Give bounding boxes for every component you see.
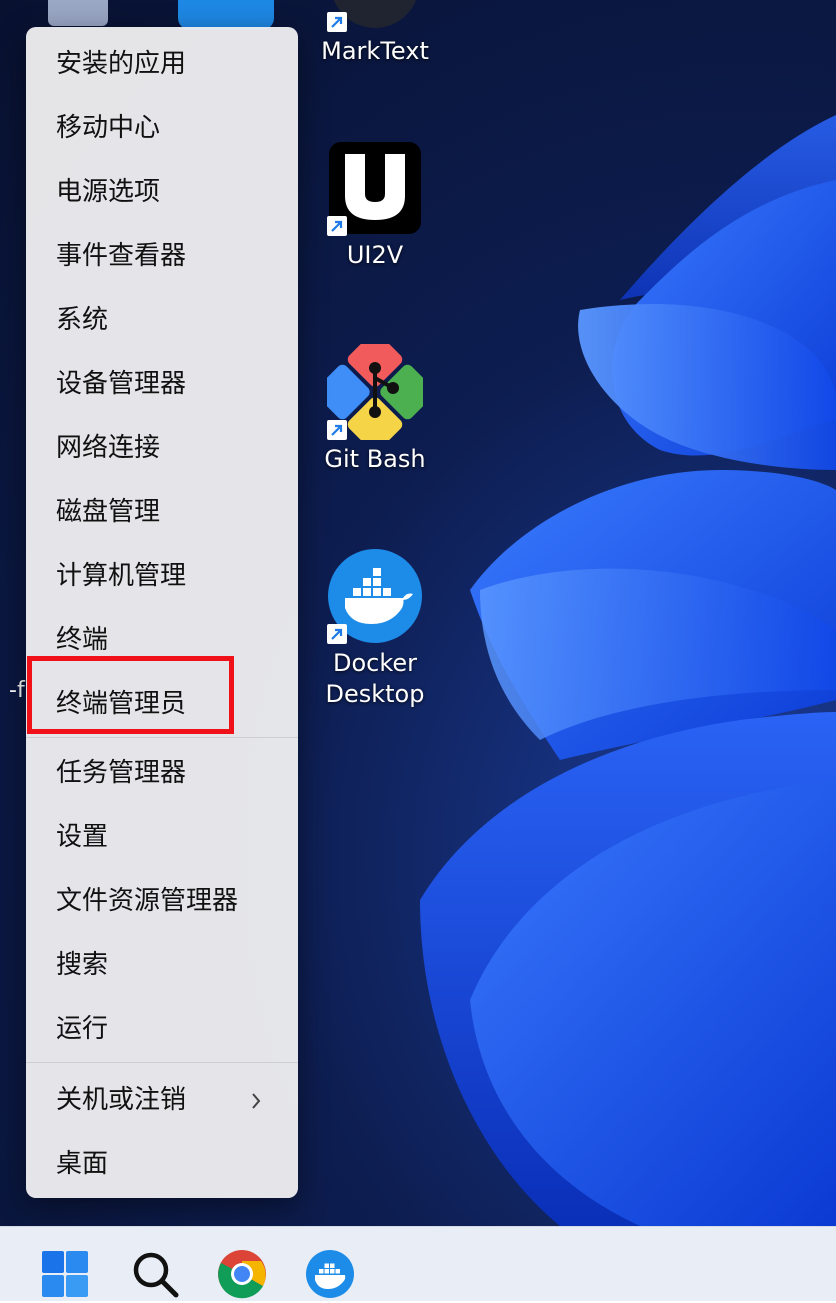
menu-item-mobility-center[interactable]: 移动中心 [26,100,298,156]
menu-item-label: 安装的应用 [56,49,187,79]
shortcut-arrow-icon [327,624,347,644]
menu-item-task-manager[interactable]: 任务管理器 [26,745,298,801]
menu-item-file-explorer[interactable]: 文件资源管理器 [26,873,298,929]
menu-item-label: 运行 [56,1014,109,1044]
docker-icon[interactable] [305,1249,355,1299]
docker-icon [327,548,423,644]
menu-item-disk-management[interactable]: 磁盘管理 [26,484,298,540]
taskbar [0,1226,836,1301]
windows-start-icon[interactable] [40,1249,90,1299]
shortcut-arrow-icon [327,216,347,236]
menu-item-label: 设备管理器 [56,369,187,399]
menu-item-power-options[interactable]: 电源选项 [26,164,298,220]
ui2v-icon [327,140,423,236]
highlight-box [27,656,234,734]
menu-item-settings[interactable]: 设置 [26,809,298,865]
menu-item-label: 搜索 [56,950,109,980]
search-icon[interactable] [130,1249,180,1299]
menu-separator [26,737,298,738]
shortcut-arrow-icon [327,12,347,32]
menu-item-installed-apps[interactable]: 安装的应用 [26,36,298,92]
desktop-icon-label: UI2V [346,241,404,269]
git-bash-icon [315,332,435,452]
desktop-icon-git-bash[interactable]: Git Bash [305,332,445,475]
menu-item-label: 设置 [56,822,109,852]
menu-item-label: 计算机管理 [56,561,187,591]
shortcut-arrow-icon [327,420,347,440]
desktop-icon-ui2v[interactable]: UI2V [305,140,445,271]
desktop-icon-label: Docker Desktop [325,649,425,708]
menu-item-shutdown-signout[interactable]: 关机或注销 [26,1072,298,1128]
desktop-edge-text: -f [9,678,25,703]
desktop-icon-marktext[interactable]: MarkText [305,0,445,67]
partial-icon-blue[interactable] [178,0,274,30]
menu-item-search[interactable]: 搜索 [26,937,298,993]
menu-item-label: 桌面 [56,1149,109,1179]
chrome-icon[interactable] [217,1249,267,1299]
menu-item-network-connections[interactable]: 网络连接 [26,420,298,476]
menu-item-label: 系统 [56,305,109,335]
chevron-right-icon [252,1093,261,1109]
menu-item-label: 移动中心 [56,113,161,143]
menu-item-label: 文件资源管理器 [56,886,239,916]
menu-item-label: 电源选项 [56,177,161,207]
menu-item-label: 任务管理器 [56,758,187,788]
menu-item-run[interactable]: 运行 [26,1001,298,1057]
menu-item-label: 事件查看器 [56,241,187,271]
menu-item-desktop[interactable]: 桌面 [26,1136,298,1192]
menu-item-system[interactable]: 系统 [26,292,298,348]
menu-item-computer-management[interactable]: 计算机管理 [26,548,298,604]
menu-item-label: 网络连接 [56,433,161,463]
desktop-icon-label: Git Bash [324,445,426,473]
marktext-icon [327,0,423,32]
menu-item-label: 关机或注销 [56,1085,187,1115]
menu-item-label: 磁盘管理 [56,497,161,527]
menu-item-event-viewer[interactable]: 事件查看器 [26,228,298,284]
menu-separator [26,1062,298,1063]
winx-context-menu: 安装的应用 移动中心 电源选项 事件查看器 系统 设备管理器 网络连接 磁盘管理… [26,27,298,1198]
partial-icon-left[interactable] [48,0,108,26]
desktop-icon-docker-desktop[interactable]: Docker Desktop [305,548,445,710]
menu-item-device-manager[interactable]: 设备管理器 [26,356,298,412]
desktop-icon-label: MarkText [321,37,429,65]
